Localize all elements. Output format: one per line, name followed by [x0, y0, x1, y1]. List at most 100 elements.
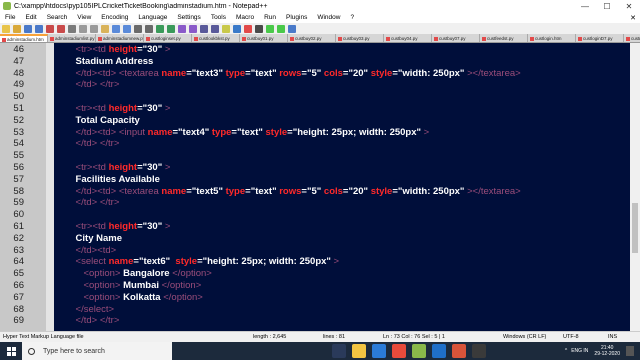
scrollbar-thumb[interactable] [632, 203, 638, 253]
code-line[interactable]: 50 [0, 91, 630, 103]
code-line[interactable]: 46 <tr><td height="30" > [0, 44, 630, 56]
undo-icon[interactable] [112, 24, 120, 33]
zoom-out-icon[interactable] [167, 24, 175, 33]
sync-scroll-icon[interactable] [178, 24, 186, 33]
code-line[interactable]: 66 <option> Mumbai </option> [0, 280, 630, 292]
zoom-in-icon[interactable] [156, 24, 164, 33]
file-tab[interactable]: custbuy07.py [432, 34, 480, 42]
maximize-button[interactable]: ☐ [596, 0, 618, 12]
close-all-icon[interactable] [57, 24, 65, 33]
menu-item-settings[interactable]: Settings [172, 14, 206, 21]
close-file-icon[interactable] [46, 24, 54, 33]
file-tab[interactable]: custbuy04.py [384, 34, 432, 42]
code-line[interactable]: 63 </td><td> [0, 245, 630, 257]
menu-item-edit[interactable]: Edit [20, 14, 41, 21]
code-line[interactable]: 67 <option> Kolkatta </option> [0, 292, 630, 304]
run-macro-multiple-icon[interactable] [277, 24, 285, 33]
code-line[interactable]: 61 <tr><td height="30" > [0, 221, 630, 233]
indent-guide-icon[interactable] [211, 24, 219, 33]
new-file-icon[interactable] [2, 24, 10, 33]
find-icon[interactable] [134, 24, 142, 33]
code-line[interactable]: 62 City Name [0, 233, 630, 245]
menu-item-encoding[interactable]: Encoding [96, 14, 133, 21]
folder-workspace-icon[interactable] [222, 24, 230, 33]
code-line[interactable]: 54 </td> </tr> [0, 138, 630, 150]
save-icon[interactable] [24, 24, 32, 33]
redo-icon[interactable] [123, 24, 131, 33]
code-line[interactable]: 60 [0, 209, 630, 221]
close-document-button[interactable]: ✕ [630, 14, 640, 22]
file-tab[interactable]: custloginset.py [144, 34, 192, 42]
code-line[interactable]: 68 </select> [0, 304, 630, 316]
minimize-button[interactable]: — [574, 0, 596, 12]
clock[interactable]: 21:40 29-12-2020 [594, 345, 620, 357]
menu-item-window[interactable]: Window [312, 14, 345, 21]
menu-item-tools[interactable]: Tools [206, 14, 231, 21]
code-line[interactable]: 64 <select name="text6" style="height: 2… [0, 256, 630, 268]
code-line[interactable]: 53 </td><td> <input name="text4" type="t… [0, 127, 630, 139]
file-tab[interactable]: custbuy03.py [336, 34, 384, 42]
menu-item-help[interactable]: ? [345, 14, 359, 21]
code-line[interactable]: 59 </td> </tr> [0, 197, 630, 209]
code-line[interactable]: 48 </td><td> <textarea name="text3" type… [0, 68, 630, 80]
file-tab[interactable]: custbuy01.py [240, 34, 288, 42]
close-button[interactable]: ✕ [618, 0, 640, 12]
code-line[interactable]: 56 <tr><td height="30" > [0, 162, 630, 174]
code-line[interactable]: 57 Facilities Available [0, 174, 630, 186]
code-line[interactable]: 55 [0, 150, 630, 162]
code-line[interactable]: 51 <tr><td height="30" > [0, 103, 630, 115]
menu-item-view[interactable]: View [72, 14, 96, 21]
menu-item-macro[interactable]: Macro [231, 14, 259, 21]
paste-icon[interactable] [101, 24, 109, 33]
vertical-scrollbar[interactable] [630, 43, 640, 331]
word-icon[interactable] [432, 344, 446, 358]
cmd-icon[interactable] [472, 344, 486, 358]
edge-icon[interactable] [372, 344, 386, 358]
show-all-chars-icon[interactable] [200, 24, 208, 33]
print-icon[interactable] [68, 24, 76, 33]
record-macro-icon[interactable] [244, 24, 252, 33]
file-tab[interactable]: custbuy02.py [288, 34, 336, 42]
save-all-icon[interactable] [35, 24, 43, 33]
code-line[interactable]: 47 Stadium Address [0, 56, 630, 68]
open-file-icon[interactable] [13, 24, 21, 33]
menu-item-language[interactable]: Language [133, 14, 172, 21]
menu-item-file[interactable]: File [0, 14, 20, 21]
file-tab[interactable]: adminstadium.htm [0, 34, 48, 42]
language-indicator[interactable]: ENG IN [571, 348, 588, 354]
start-button[interactable] [0, 342, 22, 360]
file-tab[interactable]: custlookbkst.py [192, 34, 240, 42]
code-token: ="width: 250px" [392, 185, 465, 197]
file-tab[interactable]: adminstadiumlist.py [48, 34, 96, 42]
word-wrap-icon[interactable] [189, 24, 197, 33]
menu-item-run[interactable]: Run [259, 14, 281, 21]
code-line[interactable]: 52 Total Capacity [0, 115, 630, 127]
file-tab[interactable]: custlogin.htm [528, 34, 576, 42]
taskbar-search[interactable]: Type here to search [22, 342, 172, 360]
notepadpp-taskbar-icon[interactable] [412, 344, 426, 358]
menu-item-plugins[interactable]: Plugins [281, 14, 312, 21]
task-view-icon[interactable] [332, 344, 346, 358]
code-line[interactable]: 65 <option> Bangalore </option> [0, 268, 630, 280]
stop-macro-icon[interactable] [255, 24, 263, 33]
code-line[interactable]: 69 </td> </tr> [0, 315, 630, 327]
menu-item-search[interactable]: Search [42, 14, 73, 21]
play-macro-icon[interactable] [266, 24, 274, 33]
file-explorer-icon[interactable] [352, 344, 366, 358]
cut-icon[interactable] [79, 24, 87, 33]
code-line[interactable]: 58 </td><td> <textarea name="text5" type… [0, 186, 630, 198]
document-map-icon[interactable] [233, 24, 241, 33]
powerpoint-icon[interactable] [452, 344, 466, 358]
save-macro-icon[interactable] [288, 24, 296, 33]
file-tab[interactable]: custfeedst.py [480, 34, 528, 42]
file-tab[interactable]: custloginD7.py [576, 34, 624, 42]
file-tab[interactable]: adminstadiumnew.py [96, 34, 144, 42]
chrome-icon[interactable] [392, 344, 406, 358]
file-tab[interactable]: custmain.htm [624, 34, 640, 42]
tray-chevron-icon[interactable]: ^ [565, 348, 567, 354]
replace-icon[interactable] [145, 24, 153, 33]
code-editor[interactable]: 46 <tr><td height="30" >47 Stadium Addre… [0, 43, 640, 331]
copy-icon[interactable] [90, 24, 98, 33]
code-line[interactable]: 49 </td> </tr> [0, 79, 630, 91]
notification-icon[interactable] [626, 346, 634, 356]
